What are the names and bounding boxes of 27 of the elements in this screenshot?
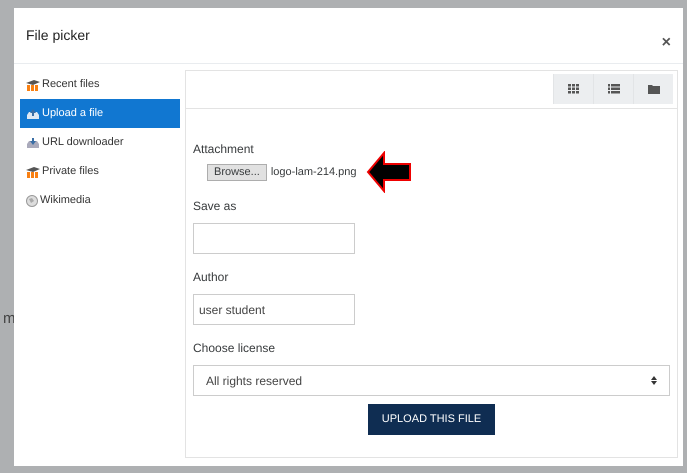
hat-logo-icon xyxy=(26,166,40,178)
list-icon xyxy=(608,84,620,94)
upload-tray-icon xyxy=(26,108,40,120)
download-tray-icon xyxy=(26,136,40,148)
folder-icon xyxy=(648,84,660,94)
field-label: Choose license xyxy=(193,340,276,357)
close-button[interactable]: × xyxy=(662,30,671,54)
window-title: File picker xyxy=(26,26,90,45)
file-name: logo-lam-214.png xyxy=(270,164,356,180)
grid-icon xyxy=(568,84,580,94)
globe-icon xyxy=(26,194,38,206)
sidebar-item[interactable]: Wikimedia xyxy=(20,186,180,215)
sidebar-item[interactable]: Private files xyxy=(20,157,180,186)
field-label: Author xyxy=(193,269,230,286)
sidebar-item[interactable]: Upload a file xyxy=(20,99,180,128)
upload-button[interactable]: UPLOAD THIS FILE xyxy=(368,404,496,435)
save-as-field[interactable] xyxy=(193,223,355,254)
author-field[interactable]: user student xyxy=(193,294,355,325)
hat-logo-icon xyxy=(26,78,40,90)
arrow-icon xyxy=(366,151,412,193)
field-label: Attachment xyxy=(193,141,255,158)
license-select[interactable]: All rights reserved xyxy=(193,365,670,396)
browse-button[interactable]: Browse... xyxy=(207,164,267,180)
sidebar-item[interactable]: Recent files xyxy=(20,70,180,99)
sidebar-item[interactable]: URL downloader xyxy=(20,128,180,157)
sort-caret-icon xyxy=(651,376,657,385)
field-label: Save as xyxy=(193,198,238,215)
